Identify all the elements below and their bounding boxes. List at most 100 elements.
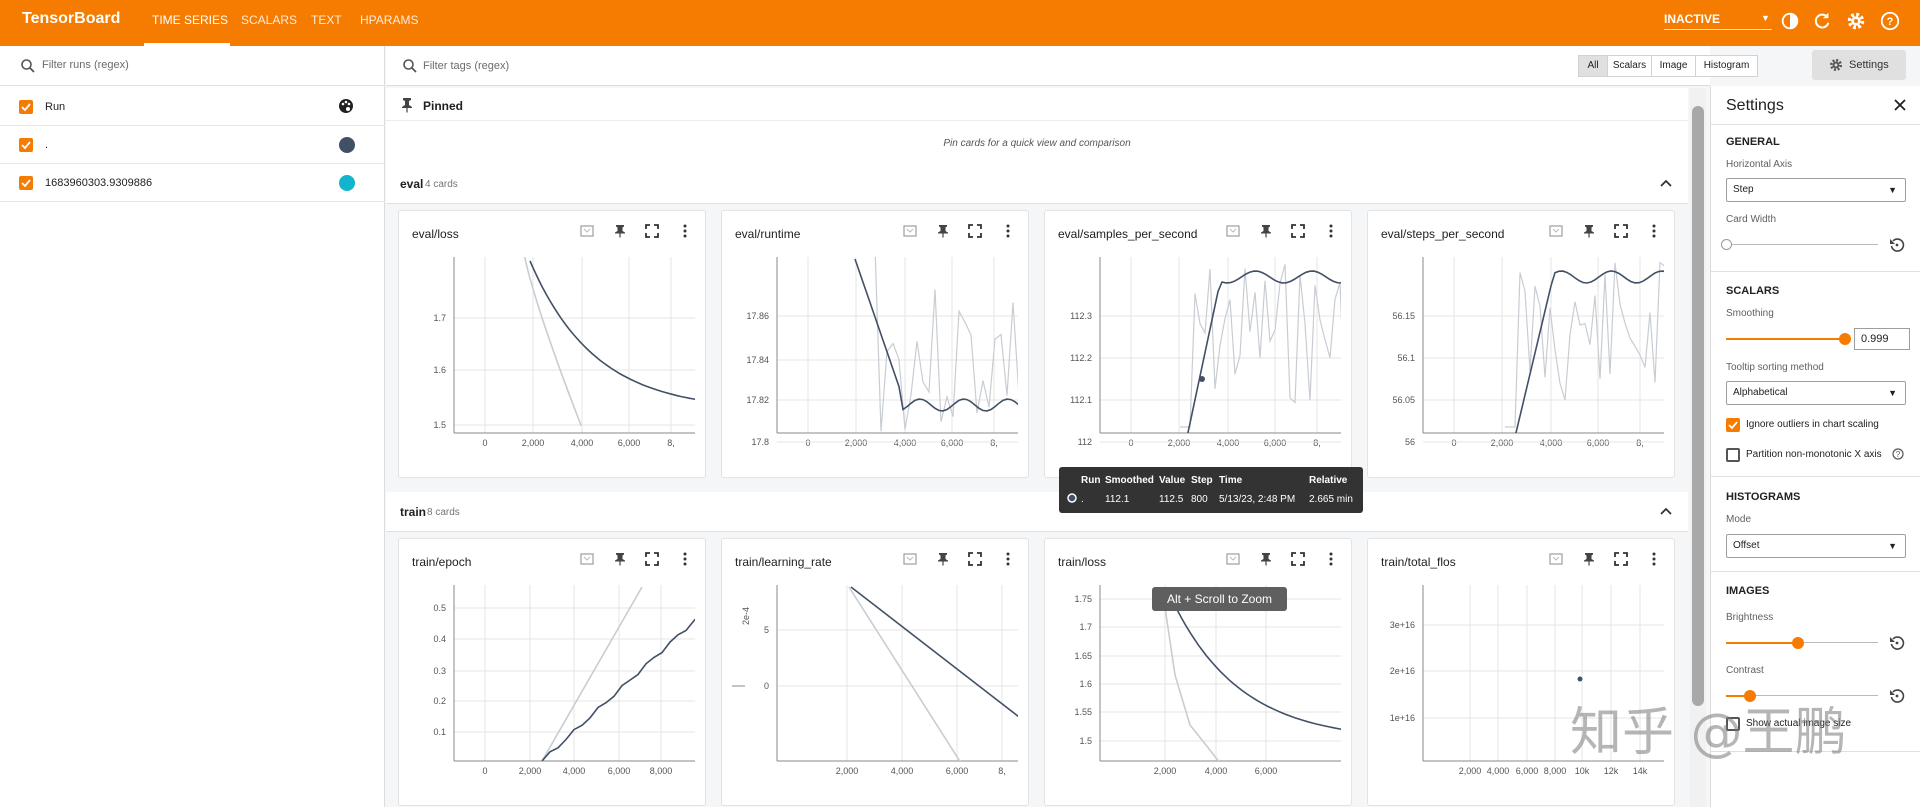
tooltip-sort-label: Tooltip sorting method: [1726, 362, 1824, 373]
y-tick-label: 1.5: [433, 420, 446, 430]
tooltip-sort-value: Alphabetical: [1733, 387, 1788, 398]
line-chart[interactable]: 0 2,000 4,000 6,000 8, 17.86 17.84 17.82 17.8: [722, 211, 1030, 479]
theme-toggle-icon[interactable]: [1779, 10, 1801, 32]
tooltip-sort-select[interactable]: Alphabetical ▼: [1726, 381, 1906, 405]
reset-icon[interactable]: [1889, 635, 1905, 651]
brand-logo[interactable]: TensorBoard: [22, 10, 120, 28]
ignore-outliers-checkbox[interactable]: [1726, 418, 1740, 432]
filter-histogram-button[interactable]: Histogram: [1695, 55, 1758, 77]
tab-scalars[interactable]: SCALARS: [241, 13, 297, 27]
mode-select[interactable]: Offset ▼: [1726, 534, 1906, 558]
y-tick-label: 1.65: [1074, 651, 1092, 661]
scalar-card[interactable]: train/learning_rate 2,000 4,000 6,000 8, 5 0 2e…: [721, 538, 1029, 806]
smoothed-series-line: [1167, 590, 1341, 730]
gear-icon[interactable]: [1845, 10, 1867, 32]
images-heading: IMAGES: [1726, 585, 1770, 597]
filter-scalars-button[interactable]: Scalars: [1607, 55, 1652, 77]
x-tick-label: 6,000: [1516, 766, 1539, 776]
raw-series-line: [874, 257, 1018, 432]
smoothing-input[interactable]: 0.999: [1854, 328, 1910, 350]
main-content: Filter tags (regex) All Scalars Image Hi…: [386, 46, 1758, 807]
group-card-count: 4 cards: [425, 179, 458, 190]
x-tick-label: 2,000: [519, 766, 542, 776]
brightness-thumb[interactable]: [1792, 637, 1804, 649]
histograms-heading: HISTOGRAMS: [1726, 491, 1801, 503]
palette-icon[interactable]: [338, 98, 354, 114]
y-tick-label: 5: [764, 625, 769, 635]
run-row[interactable]: .: [0, 126, 385, 164]
filter-all-button[interactable]: All: [1578, 55, 1608, 77]
tab-time-series[interactable]: TIME SERIES: [152, 13, 228, 27]
y-tick-label: 112.3: [1070, 311, 1092, 321]
line-chart[interactable]: 0 2,000 4,000 6,000 8,000 0.5 0.4 0.3 0.2 0.1: [399, 539, 707, 807]
x-tick-label: 14k: [1633, 766, 1648, 776]
x-tick-label: 2,000: [1459, 766, 1482, 776]
help-icon[interactable]: ?: [1892, 448, 1904, 460]
smoothed-series-line: [850, 586, 1018, 718]
brightness-slider-track[interactable]: [1798, 642, 1878, 643]
run-color-swatch[interactable]: [339, 137, 355, 153]
gear-icon: [1830, 59, 1842, 71]
chevron-up-icon[interactable]: [1660, 506, 1672, 516]
scalar-card[interactable]: eval/steps_per_second 0 2,000 4,000 6,000 8, 5…: [1367, 210, 1675, 478]
tags-filter-input[interactable]: Filter tags (regex): [423, 60, 509, 72]
runs-filter-input[interactable]: Filter runs (regex): [42, 59, 129, 71]
smoothing-slider[interactable]: [1726, 338, 1844, 340]
tab-text[interactable]: TEXT: [311, 13, 342, 27]
run-checkbox[interactable]: [19, 138, 33, 152]
group-header-eval[interactable]: eval 4 cards: [386, 164, 1688, 204]
scalar-card[interactable]: train/total_flos 2,000 4,000 6,000 8,000 10k 1…: [1367, 538, 1675, 806]
line-chart[interactable]: 0 2,000 4,000 6,000 8, 56.15 56.1 56.05 56: [1368, 211, 1676, 479]
y-tick-label: 2e+16: [1390, 666, 1415, 676]
card-width-slider[interactable]: [1726, 244, 1878, 245]
x-tick-label: 2,000: [1154, 766, 1177, 776]
brightness-slider-fill[interactable]: [1726, 642, 1798, 644]
x-tick-label: 6,000: [946, 766, 969, 776]
help-icon[interactable]: ?: [1879, 10, 1901, 32]
x-tick-label: 10k: [1575, 766, 1590, 776]
select-all-checkbox[interactable]: [19, 100, 33, 114]
partition-checkbox[interactable]: [1726, 448, 1740, 462]
reload-icon[interactable]: [1811, 10, 1833, 32]
chevron-down-icon: ▼: [1888, 185, 1897, 195]
reset-icon[interactable]: [1889, 688, 1905, 704]
y-tick-label: 1e+16: [1390, 713, 1415, 723]
x-tick-label: 8,: [1313, 438, 1321, 448]
line-chart[interactable]: 0 2,000 4,000 6,000 8, 1.7 1.6 1.5: [399, 211, 707, 479]
scalar-card[interactable]: train/epoch 0 2,000 4,000 6,000 8,000 0.5 0.4 0.…: [398, 538, 706, 806]
chevron-up-icon[interactable]: [1660, 178, 1672, 188]
x-tick-label: 6,000: [608, 766, 631, 776]
scalar-card[interactable]: eval/samples_per_second 0 2,000 4,000 6,000 8…: [1044, 210, 1352, 478]
scrollbar-thumb[interactable]: [1692, 106, 1704, 706]
plugin-select[interactable]: INACTIVE: [1664, 12, 1720, 26]
line-chart[interactable]: 2,000 4,000 6,000 1.75 1.7 1.65 1.6 1.55 1.5: [1045, 539, 1353, 807]
watermark: 知乎 @王鹏: [1570, 703, 1847, 763]
x-tick-label: 4,000: [894, 438, 917, 448]
x-tick-label: 0: [1128, 438, 1133, 448]
horizontal-axis-select[interactable]: Step ▼: [1726, 178, 1906, 202]
close-icon[interactable]: [1893, 98, 1907, 112]
card-width-thumb[interactable]: [1721, 239, 1732, 250]
x-tick-label: 6,000: [1264, 438, 1287, 448]
smoothing-thumb[interactable]: [1839, 333, 1851, 345]
scalar-card[interactable]: eval/loss 0 2,000 4,000 6,000 8, 1.7 1.6 1.5: [398, 210, 706, 478]
y-tick-label: 1.7: [1079, 622, 1092, 632]
group-name: eval: [400, 177, 424, 191]
reset-icon[interactable]: [1889, 237, 1905, 253]
line-chart[interactable]: 2,000 4,000 6,000 8, 5 0 2e-4: [722, 539, 1030, 807]
scalar-card[interactable]: train/loss 2,000 4,000 6,000 1.75 1.7 1.65 1.6 1…: [1044, 538, 1352, 806]
filter-image-button[interactable]: Image: [1651, 55, 1696, 77]
x-tick-label: 0: [805, 438, 810, 448]
run-checkbox[interactable]: [19, 176, 33, 190]
line-chart[interactable]: 2,000 4,000 6,000 8,000 10k 12k 14k 3e+16 2e+16 1…: [1368, 539, 1676, 807]
line-chart[interactable]: 0 2,000 4,000 6,000 8, 112.3 112.2 112.1 112: [1045, 211, 1353, 479]
tab-hparams[interactable]: HPARAMS: [360, 13, 418, 27]
y-tick-label: 56.05: [1392, 395, 1415, 405]
search-icon: [21, 59, 35, 73]
y-tick-label: 1.7: [433, 313, 446, 323]
run-color-swatch[interactable]: [339, 175, 355, 191]
settings-button[interactable]: Settings: [1812, 50, 1906, 80]
scalar-card[interactable]: eval/runtime 0 2,000 4,000 6,000 8, 17.86 17.84…: [721, 210, 1029, 478]
group-header-train[interactable]: train 8 cards: [386, 492, 1688, 532]
run-row[interactable]: 1683960303.9309886: [0, 164, 385, 202]
